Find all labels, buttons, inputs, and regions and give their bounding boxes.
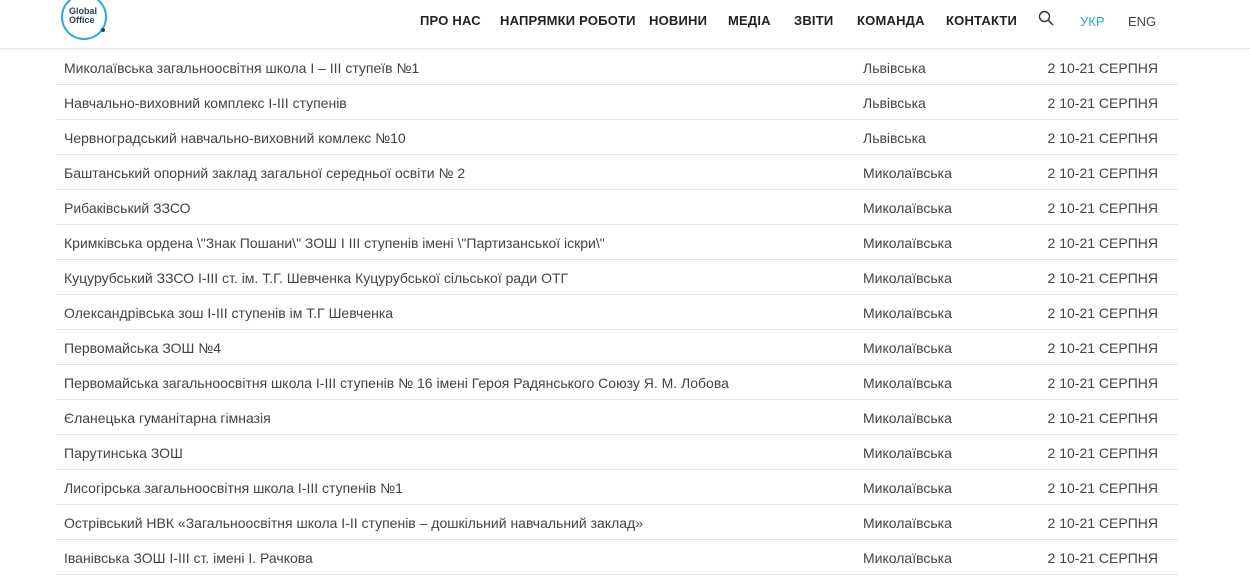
table-row: Кримківська ордена \"Знак Пошани\" ЗОШ І… xyxy=(56,225,1178,260)
row-name: Червноградський навчально-виховний комле… xyxy=(64,130,406,146)
nav-directions[interactable]: НАПРЯМКИ РОБОТИ xyxy=(500,13,636,28)
table-row: Рибаківський ЗЗСО Миколаївська 2 10-21 СЕР… xyxy=(56,190,1178,225)
row-date: 2 10-21 СЕРПНЯ xyxy=(1047,550,1158,566)
row-date: 2 10-21 СЕРПНЯ xyxy=(1047,60,1158,76)
row-name: Острівський НВК «Загальноосвітня школа І… xyxy=(64,515,643,531)
row-date: 2 10-21 СЕРПНЯ xyxy=(1047,515,1158,531)
row-region: Миколаївська xyxy=(863,340,952,356)
row-date: 2 10-21 СЕРПНЯ xyxy=(1047,340,1158,356)
nav-team[interactable]: КОМАНДА xyxy=(857,13,925,28)
row-region: Львівська xyxy=(863,95,926,111)
row-name: Первомайська загальноосвітня школа І-ІІІ… xyxy=(64,375,729,391)
row-name: Куцурубський ЗЗСО І-ІІІ ст. ім. Т.Г. Шев… xyxy=(64,270,569,286)
nav-media[interactable]: МЕДІА xyxy=(728,13,771,28)
row-date: 2 10-21 СЕРПНЯ xyxy=(1047,165,1158,181)
table-row: Первомайська ЗОШ №4 Миколаївська 2 10-21 С… xyxy=(56,330,1178,365)
row-name: Кримківська ордена \"Знак Пошани\" ЗОШ І… xyxy=(64,235,605,251)
row-region: Миколаївська xyxy=(863,480,952,496)
row-region: Миколаївська xyxy=(863,445,952,461)
logo-dot xyxy=(101,28,105,32)
row-name: Первомайська ЗОШ №4 xyxy=(64,340,222,356)
table-row: Парутинська ЗОШ Миколаївська 2 10-21 СЕРПН… xyxy=(56,435,1178,470)
row-region: Миколаївська xyxy=(863,305,952,321)
table-row: Іванівська ЗОШ І-ІІІ ст. імені І. Рачков… xyxy=(56,540,1178,575)
lang-eng[interactable]: ENG xyxy=(1128,14,1156,29)
row-date: 2 10-21 СЕРПНЯ xyxy=(1047,305,1158,321)
row-name: Навчально-виховний комплекс І-ІІІ ступен… xyxy=(64,95,347,111)
table-row: Навчально-виховний комплекс І-ІІІ ступен… xyxy=(56,85,1178,120)
row-date: 2 10-21 СЕРПНЯ xyxy=(1047,235,1158,251)
table-row: Баштанський опорний заклад загальної сер… xyxy=(56,155,1178,190)
row-region: Миколаївська xyxy=(863,515,952,531)
schools-table: Миколаївська загальноосвітня школа І – І… xyxy=(56,50,1178,575)
site-header: Global Office ПРО НАС НАПРЯМКИ РОБОТИ НО… xyxy=(0,0,1250,49)
row-date: 2 10-21 СЕРПНЯ xyxy=(1047,375,1158,391)
row-name: Рибаківський ЗЗСО xyxy=(64,200,191,216)
row-region: Миколаївська xyxy=(863,200,952,216)
table-row: Червноградський навчально-виховний комле… xyxy=(56,120,1178,155)
nav-about[interactable]: ПРО НАС xyxy=(420,13,481,28)
row-name: Миколаївська загальноосвітня школа І – І… xyxy=(64,60,420,76)
row-date: 2 10-21 СЕРПНЯ xyxy=(1047,480,1158,496)
table-row: Олександрівська зош І-ІІІ ступенів ім Т.… xyxy=(56,295,1178,330)
lang-ukr[interactable]: УКР xyxy=(1080,14,1105,29)
table-row: Миколаївська загальноосвітня школа І – І… xyxy=(56,50,1178,85)
table-row: Єланецька гуманітарна гімназія Миколаївсь… xyxy=(56,400,1178,435)
nav-reports[interactable]: ЗВІТИ xyxy=(794,13,833,28)
row-date: 2 10-21 СЕРПНЯ xyxy=(1047,410,1158,426)
table-row: Первомайська загальноосвітня школа І-ІІІ… xyxy=(56,365,1178,400)
row-name: Іванівська ЗОШ І-ІІІ ст. імені І. Рачков… xyxy=(64,550,313,566)
main-nav: ПРО НАС НАПРЯМКИ РОБОТИ НОВИНИ МЕДІА ЗВІ… xyxy=(0,13,1250,28)
row-name: Олександрівська зош І-ІІІ ступенів ім Т.… xyxy=(64,305,394,321)
row-name: Парутинська ЗОШ xyxy=(64,445,183,461)
table-row: Куцурубський ЗЗСО І-ІІІ ст. ім. Т.Г. Шев… xyxy=(56,260,1178,295)
row-name: Єланецька гуманітарна гімназія xyxy=(64,410,271,426)
row-region: Миколаївська xyxy=(863,270,952,286)
row-region: Миколаївська xyxy=(863,410,952,426)
row-name: Лисогірська загальноосвітня школа І-ІІІ … xyxy=(64,480,403,496)
row-region: Львівська xyxy=(863,60,926,76)
search-icon[interactable] xyxy=(1038,10,1054,26)
row-date: 2 10-21 СЕРПНЯ xyxy=(1047,95,1158,111)
row-region: Миколаївська xyxy=(863,550,952,566)
row-date: 2 10-21 СЕРПНЯ xyxy=(1047,200,1158,216)
nav-contacts[interactable]: КОНТАКТИ xyxy=(946,13,1017,28)
table-row: Острівський НВК «Загальноосвітня школа І… xyxy=(56,505,1178,540)
row-region: Миколаївська xyxy=(863,235,952,251)
row-name: Баштанський опорний заклад загальної сер… xyxy=(64,165,466,181)
row-region: Миколаївська xyxy=(863,165,952,181)
row-date: 2 10-21 СЕРПНЯ xyxy=(1047,130,1158,146)
nav-news[interactable]: НОВИНИ xyxy=(649,13,707,28)
table-row: Лисогірська загальноосвітня школа І-ІІІ … xyxy=(56,470,1178,505)
row-region: Миколаївська xyxy=(863,375,952,391)
row-region: Львівська xyxy=(863,130,926,146)
row-date: 2 10-21 СЕРПНЯ xyxy=(1047,445,1158,461)
row-date: 2 10-21 СЕРПНЯ xyxy=(1047,270,1158,286)
